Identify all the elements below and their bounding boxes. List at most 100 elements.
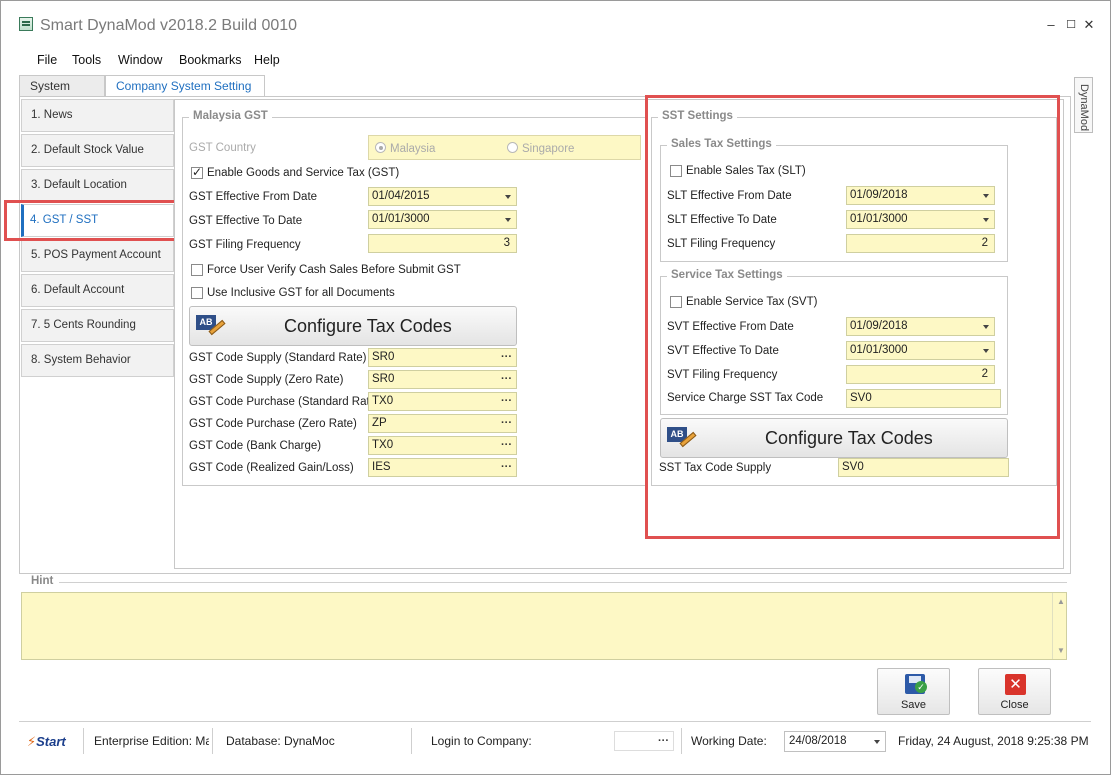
scroll-down-icon[interactable]: ▼ bbox=[1057, 646, 1065, 655]
gst-code-label: GST Code Supply (Zero Rate) bbox=[189, 374, 344, 386]
gst-code-supply-zero-input[interactable]: SR0 ··· bbox=[368, 370, 517, 389]
hint-label: Hint bbox=[31, 575, 54, 587]
nav-item-news[interactable]: 1. News bbox=[21, 99, 174, 132]
force-verify-checkbox[interactable] bbox=[191, 264, 203, 276]
tab-system-menu[interactable]: System Menu bbox=[19, 75, 105, 113]
gst-code-value: SR0 bbox=[372, 373, 395, 385]
highlight-sst-box bbox=[645, 95, 1060, 539]
tab-company-system-setting[interactable]: Company System Setting bbox=[105, 75, 265, 97]
gst-code-value: SR0 bbox=[372, 351, 395, 363]
gst-freq-label: GST Filing Frequency bbox=[189, 239, 301, 251]
menu-window[interactable]: Window bbox=[118, 53, 162, 67]
gst-code-gain-loss-input[interactable]: IES ··· bbox=[368, 458, 517, 477]
maximize-icon[interactable]: ☐ bbox=[1063, 17, 1079, 33]
chevron-down-icon bbox=[505, 218, 511, 222]
gst-to-date-dropdown[interactable]: 01/01/3000 bbox=[368, 210, 517, 229]
minimize-icon[interactable]: – bbox=[1043, 17, 1059, 33]
radio-singapore[interactable] bbox=[507, 142, 518, 153]
gst-code-value: TX0 bbox=[372, 395, 394, 407]
enable-gst-label: Enable Goods and Service Tax (GST) bbox=[207, 167, 400, 179]
menu-file[interactable]: File bbox=[37, 53, 57, 67]
nav-item-rounding-options[interactable]: 7. 5 Cents Rounding Options bbox=[21, 309, 174, 362]
side-tab-dynamod[interactable]: DynaMod bbox=[1074, 77, 1093, 133]
save-icon bbox=[905, 674, 927, 694]
start-label: Start bbox=[36, 734, 66, 749]
status-separator bbox=[83, 728, 84, 754]
app-icon bbox=[19, 17, 33, 31]
nav-item-pos-payment-account[interactable]: 5. POS Payment Account bbox=[21, 239, 174, 272]
login-company-field[interactable]: ··· bbox=[614, 731, 674, 751]
close-button[interactable]: ✕ Close bbox=[978, 668, 1051, 715]
edit-icon: AB bbox=[196, 315, 228, 339]
working-date-value: 24/08/2018 bbox=[789, 735, 847, 747]
inclusive-gst-checkbox[interactable] bbox=[191, 287, 203, 299]
gst-code-label: GST Code (Bank Charge) bbox=[189, 440, 322, 452]
ellipsis-icon[interactable]: ··· bbox=[501, 349, 512, 366]
hint-scrollbar[interactable]: ▲ ▼ bbox=[1052, 593, 1066, 659]
ellipsis-icon[interactable]: ··· bbox=[658, 732, 669, 750]
menu-help[interactable]: Help bbox=[254, 53, 280, 67]
gst-code-value: IES bbox=[372, 461, 391, 473]
gst-code-label: GST Code Purchase (Standard Rate) bbox=[189, 396, 380, 408]
radio-malaysia-label: Malaysia bbox=[390, 143, 436, 155]
status-separator bbox=[411, 728, 412, 754]
gst-code-supply-standard-input[interactable]: SR0 ··· bbox=[368, 348, 517, 367]
start-button[interactable]: ⚡Start bbox=[27, 734, 66, 750]
inclusive-gst-label: Use Inclusive GST for all Documents bbox=[207, 287, 395, 299]
ellipsis-icon[interactable]: ··· bbox=[501, 437, 512, 454]
chevron-down-icon bbox=[874, 740, 880, 744]
ellipsis-icon[interactable]: ··· bbox=[501, 459, 512, 476]
gst-code-label: GST Code (Realized Gain/Loss) bbox=[189, 462, 354, 474]
working-date-dropdown[interactable]: 24/08/2018 bbox=[784, 731, 886, 752]
gst-code-purchase-standard-input[interactable]: TX0 ··· bbox=[368, 392, 517, 411]
scroll-up-icon[interactable]: ▲ bbox=[1057, 597, 1065, 606]
login-label: Login to Company: bbox=[431, 734, 532, 748]
gst-code-label: GST Code Purchase (Zero Rate) bbox=[189, 418, 357, 430]
database-text: Database: DynaMoc bbox=[226, 734, 335, 748]
nav-item-default-account[interactable]: 6. Default Account bbox=[21, 274, 174, 307]
app-window: Smart DynaMod v2018.2 Build 0010 – ☐ ✕ F… bbox=[0, 0, 1111, 775]
status-separator bbox=[212, 728, 213, 754]
gst-code-purchase-zero-input[interactable]: ZP ··· bbox=[368, 414, 517, 433]
title-bar: Smart DynaMod v2018.2 Build 0010 – ☐ ✕ bbox=[1, 1, 1110, 45]
menu-bar: File Tools Window Bookmarks Help bbox=[1, 49, 1110, 71]
hint-textarea[interactable]: ▲ ▼ bbox=[21, 592, 1067, 660]
gst-code-value: ZP bbox=[372, 417, 387, 429]
ellipsis-icon[interactable]: ··· bbox=[501, 393, 512, 410]
gst-from-date-dropdown[interactable]: 01/04/2015 bbox=[368, 187, 517, 206]
hint-divider bbox=[59, 582, 1067, 583]
enable-gst-checkbox[interactable] bbox=[191, 165, 203, 179]
side-tab-label: DynaMod bbox=[1078, 84, 1090, 132]
nav-item-default-location[interactable]: 3. Default Location bbox=[21, 169, 174, 202]
ellipsis-icon[interactable]: ··· bbox=[501, 371, 512, 388]
gst-freq-input[interactable]: 3 bbox=[368, 234, 517, 253]
edition-text: Enterprise Edition: Ma bbox=[94, 734, 209, 748]
gst-code-value: TX0 bbox=[372, 439, 394, 451]
menu-tools[interactable]: Tools bbox=[72, 53, 101, 67]
close-label: Close bbox=[1000, 699, 1029, 711]
save-button[interactable]: Save bbox=[877, 668, 950, 715]
gst-group-title: Malaysia GST bbox=[189, 110, 272, 122]
gst-country-label: GST Country bbox=[189, 142, 256, 154]
gst-to-label: GST Effective To Date bbox=[189, 215, 303, 227]
close-icon: ✕ bbox=[1005, 674, 1026, 695]
radio-malaysia[interactable] bbox=[375, 142, 386, 153]
gst-from-value: 01/04/2015 bbox=[372, 190, 430, 202]
status-bar: ⚡Start Enterprise Edition: Ma Database: … bbox=[19, 721, 1091, 759]
force-verify-label: Force User Verify Cash Sales Before Subm… bbox=[207, 264, 461, 276]
gst-to-value: 01/01/3000 bbox=[372, 213, 430, 225]
nav-item-default-stock-value[interactable]: 2. Default Stock Value bbox=[21, 134, 174, 167]
menu-bookmarks[interactable]: Bookmarks bbox=[179, 53, 242, 67]
close-window-icon[interactable]: ✕ bbox=[1081, 17, 1097, 33]
gst-configure-label: Configure Tax Codes bbox=[284, 316, 452, 336]
save-label: Save bbox=[900, 699, 927, 711]
ellipsis-icon[interactable]: ··· bbox=[501, 415, 512, 432]
working-date-label: Working Date: bbox=[691, 734, 767, 748]
gst-from-label: GST Effective From Date bbox=[189, 191, 318, 203]
gst-configure-tax-codes-button[interactable]: AB Configure Tax Codes bbox=[189, 306, 517, 346]
gst-code-bank-charge-input[interactable]: TX0 ··· bbox=[368, 436, 517, 455]
radio-singapore-label: Singapore bbox=[522, 143, 575, 155]
window-title: Smart DynaMod v2018.2 Build 0010 bbox=[40, 17, 298, 34]
chevron-down-icon bbox=[505, 195, 511, 199]
nav-item-system-behavior[interactable]: 8. System Behavior bbox=[21, 344, 174, 377]
